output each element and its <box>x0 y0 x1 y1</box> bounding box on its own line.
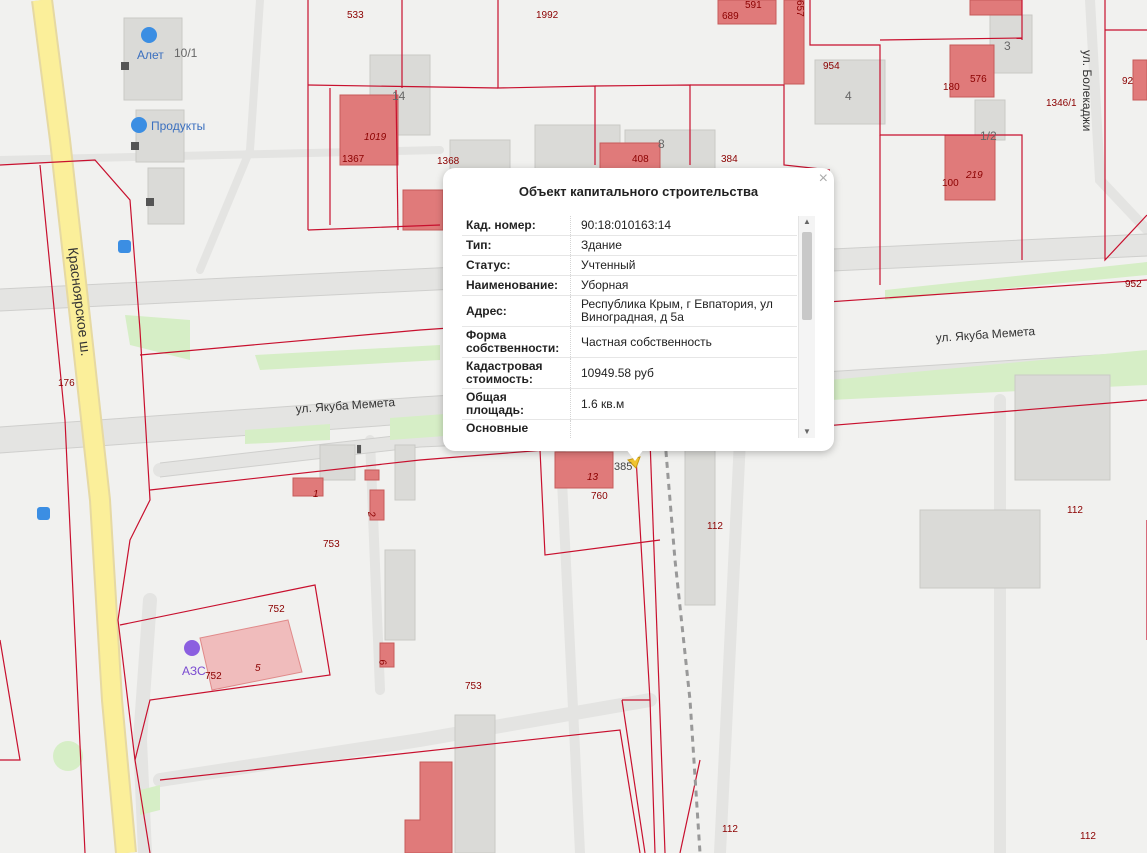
svg-text:952: 952 <box>1125 279 1142 290</box>
svg-text:100: 100 <box>942 178 959 189</box>
fuel-icon <box>184 640 200 656</box>
house-number: 1/2 <box>980 129 997 143</box>
svg-text:Продукты: Продукты <box>151 119 205 133</box>
property-key: Кад. номер: <box>462 216 571 236</box>
scroll-up-icon[interactable]: ▲ <box>799 216 815 228</box>
svg-text:219: 219 <box>965 170 983 181</box>
house-number: 4 <box>845 89 852 103</box>
svg-text:5: 5 <box>255 663 261 674</box>
svg-text:1019: 1019 <box>364 132 387 143</box>
svg-text:591: 591 <box>745 0 762 11</box>
info-icon: ▮ <box>356 443 362 455</box>
property-key: Общая площадь: <box>462 388 571 420</box>
property-key: Кадастровая стоимость: <box>462 357 571 389</box>
property-key: Форма собственности: <box>462 326 571 358</box>
svg-text:533: 533 <box>347 10 364 21</box>
property-value: Уборная <box>570 275 797 296</box>
table-row: Тип: Здание <box>462 235 797 256</box>
popup-title: Объект капитального строительства <box>518 184 759 199</box>
svg-text:112: 112 <box>1067 505 1083 516</box>
property-value: 10949.58 руб <box>570 357 797 389</box>
table-row: Кадастровая стоимость: 10949.58 руб <box>462 357 797 389</box>
svg-text:1367: 1367 <box>342 154 365 165</box>
property-key: Наименование: <box>462 275 571 296</box>
table-row: Статус: Учтенный <box>462 255 797 276</box>
popup-properties: Кад. номер: 90:18:010163:14 Тип: Здание Ст… <box>462 216 812 438</box>
table-row: Основные характеристики <box>462 419 797 438</box>
scroll-thumb[interactable] <box>802 232 812 320</box>
popup-scrollbar[interactable]: ▲ ▼ <box>798 216 815 438</box>
svg-text:689: 689 <box>722 11 739 22</box>
bus-stop-icon <box>37 507 50 520</box>
popup-tail <box>626 449 644 461</box>
table-row: Наименование: Уборная <box>462 275 797 296</box>
table-row: Адрес: Республика Крым, г Евпатория, ул В… <box>462 295 797 327</box>
property-value: Республика Крым, г Евпатория, ул Виногра… <box>570 295 797 327</box>
property-key: Тип: <box>462 235 571 256</box>
properties-table: Кад. номер: 90:18:010163:14 Тип: Здание Ст… <box>462 216 797 438</box>
svg-text:408: 408 <box>632 154 649 165</box>
scroll-down-icon[interactable]: ▼ <box>799 426 815 438</box>
svg-text:384: 384 <box>721 154 738 165</box>
svg-text:112: 112 <box>722 824 738 835</box>
bus-stop-icon <box>118 240 131 253</box>
svg-text:АЗС: АЗС <box>182 664 206 678</box>
shop-icon <box>141 27 157 43</box>
svg-text:657: 657 <box>794 0 805 17</box>
svg-text:753: 753 <box>323 539 340 550</box>
property-value: Частная собственность <box>570 326 797 358</box>
svg-text:1346/1: 1346/1 <box>1046 98 1077 109</box>
svg-text:Алет: Алет <box>137 48 164 62</box>
svg-text:180: 180 <box>943 82 960 93</box>
property-key: Адрес: <box>462 295 571 327</box>
property-value: Учтенный <box>570 255 797 276</box>
svg-text:112: 112 <box>1080 831 1096 842</box>
svg-text:385: 385 <box>614 461 632 473</box>
svg-text:954: 954 <box>823 61 840 72</box>
property-value: 1.6 кв.м <box>570 388 797 420</box>
svg-text:752: 752 <box>268 604 285 615</box>
table-row: Кад. номер: 90:18:010163:14 <box>462 216 797 236</box>
property-key: Основные характеристики <box>462 419 571 438</box>
street-bolekadzhi: ул. Болекаджи <box>1080 50 1094 131</box>
svg-text:1992: 1992 <box>536 10 559 21</box>
property-value[interactable]: 90:18:010163:14 <box>570 216 797 236</box>
property-key: Статус: <box>462 255 571 276</box>
svg-text:112: 112 <box>707 521 723 532</box>
property-value: Здание <box>570 235 797 256</box>
object-info-popup: × Объект капитального строительства Кад.… <box>443 168 834 451</box>
house-number: 10/1 <box>174 46 198 60</box>
svg-text:1368: 1368 <box>437 156 460 167</box>
svg-text:753: 753 <box>465 681 482 692</box>
svg-text:176: 176 <box>58 378 75 389</box>
house-number: 8 <box>658 137 665 151</box>
svg-text:92: 92 <box>1122 76 1134 87</box>
property-value <box>570 419 797 438</box>
svg-text:760: 760 <box>591 491 608 502</box>
poi-produkty[interactable]: Продукты <box>131 117 205 133</box>
table-row: Общая площадь: 1.6 кв.м <box>462 388 797 420</box>
house-number: 3 <box>1004 39 1011 53</box>
house-number: 14 <box>392 89 406 103</box>
svg-text:13: 13 <box>587 472 599 483</box>
svg-text:1: 1 <box>313 489 319 500</box>
svg-text:752: 752 <box>205 671 222 682</box>
table-row: Форма собственности: Частная собственност… <box>462 326 797 358</box>
svg-text:576: 576 <box>970 74 987 85</box>
basket-icon <box>131 117 147 133</box>
